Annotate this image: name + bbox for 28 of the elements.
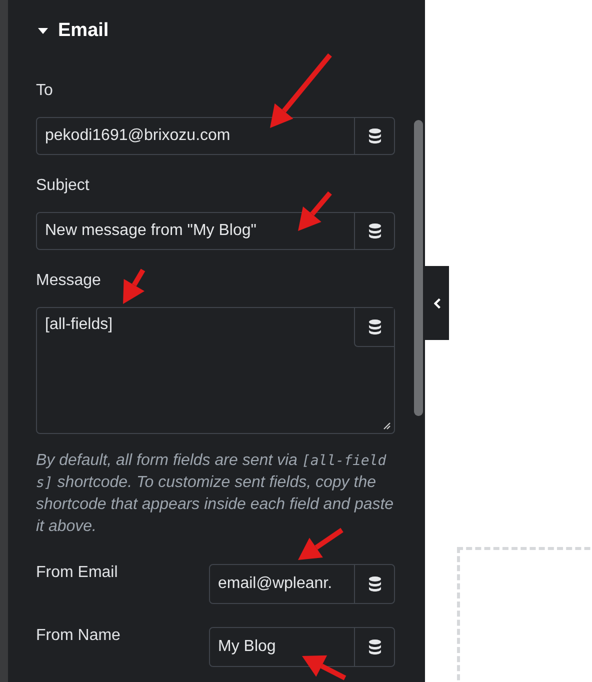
annotation-arrow [298,191,332,231]
field-value: [all-fields] [44,316,114,334]
field-label: Subject [36,177,90,195]
annotation-arrow [302,655,346,680]
field-label: To [36,82,53,100]
help-text: By default, all form fields are sent via [all-fields] shortcode. To customize sent fields, copy the shortcode that appears inside each field and paste it above. [36,451,395,537]
section-title: Email [58,20,109,42]
database-icon [368,223,382,239]
field-label: From Email [36,564,118,582]
annotation-arrow [123,268,146,304]
field-value: My Blog [217,638,277,656]
database-icon [368,639,382,655]
field-label: Message [36,272,101,290]
field-value: New message from "My Blog" [44,222,258,240]
database-icon [368,319,382,335]
resize-handle-icon[interactable] [383,422,391,430]
chevron-left-icon [434,298,440,308]
field-value: pekodi1691@brixozu.com [44,127,232,145]
scrollbar[interactable] [414,120,423,416]
field-label: From Name [36,627,120,645]
caret-down-icon[interactable] [38,28,48,34]
database-icon [368,128,382,144]
field-value: email@wpleanr. [217,575,334,593]
database-icon [368,576,382,592]
annotation-arrow [298,528,344,560]
input-field[interactable]: email@wpleanr. [209,564,395,604]
dynamic-tags-button[interactable] [354,308,394,347]
message-field[interactable]: [all-fields] [36,307,395,434]
